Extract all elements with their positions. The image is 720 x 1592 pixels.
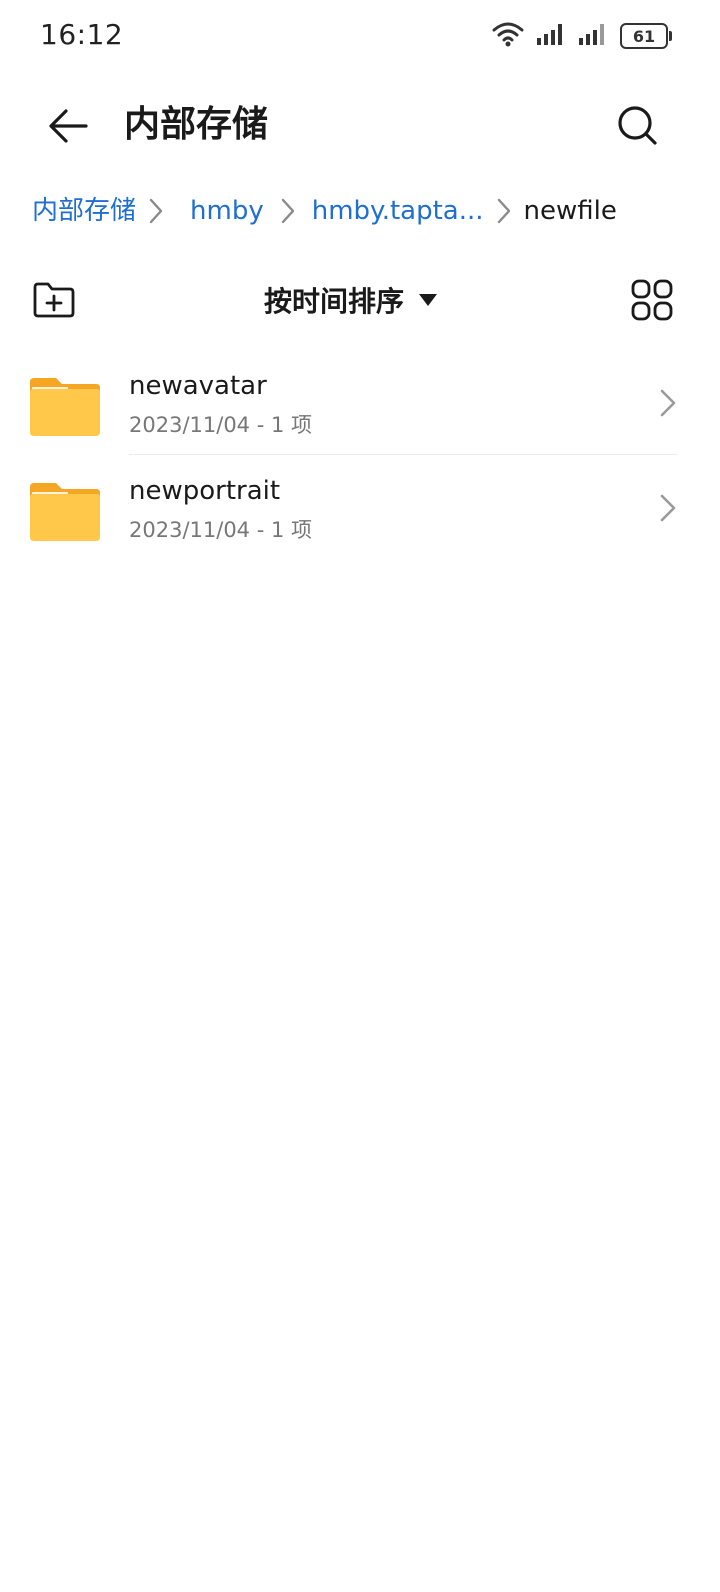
grid-view-button[interactable] (628, 276, 676, 324)
chevron-right-icon (660, 494, 676, 522)
search-button[interactable] (610, 98, 666, 154)
file-meta: 2023/11/04 - 1 项 (129, 413, 313, 437)
file-list: newavatar 2023/11/04 - 1 项 newportrait 2… (0, 350, 720, 560)
status-time: 16:12 (40, 18, 124, 51)
folder-icon (30, 378, 100, 436)
caret-down-icon (419, 294, 438, 306)
wifi-icon (492, 21, 524, 51)
chevron-right-icon (264, 188, 312, 234)
chevron-right-icon (660, 389, 676, 417)
battery-level: 61 (632, 26, 656, 46)
signal-icon (578, 22, 608, 50)
breadcrumb-item-newfile: newfile (523, 196, 617, 226)
file-meta: 2023/11/04 - 1 项 (129, 518, 313, 542)
page-title: 内部存储 (124, 104, 269, 145)
list-item-newavatar[interactable]: newavatar 2023/11/04 - 1 项 (0, 350, 720, 455)
app-header: 内部存储 (0, 80, 720, 170)
breadcrumb-item-internal-storage[interactable]: 内部存储 (32, 188, 136, 234)
sort-label: 按时间排序 (264, 285, 405, 318)
chevron-right-icon (136, 188, 176, 234)
search-icon (618, 106, 657, 145)
battery-icon: 61 (620, 23, 672, 49)
folder-icon (30, 483, 100, 541)
arrow-left-icon (49, 109, 88, 143)
status-bar: 16:12 61 (0, 0, 720, 72)
file-name: newportrait (129, 476, 281, 506)
toolbar: 按时间排序 (0, 270, 720, 330)
file-name: newavatar (129, 371, 267, 401)
sort-dropdown[interactable]: 按时间排序 (264, 276, 438, 324)
grid-view-icon (631, 279, 673, 321)
chevron-right-icon (484, 188, 524, 234)
folder-add-icon (33, 282, 75, 318)
new-folder-button[interactable] (30, 276, 78, 324)
signal-icon (536, 22, 566, 50)
status-icons: 61 (492, 20, 672, 52)
breadcrumb-item-hmby-tapta[interactable]: hmby.tapta... (312, 188, 484, 234)
breadcrumb: 内部存储 hmby hmby.tapta... newfile (32, 188, 617, 234)
list-item-newportrait[interactable]: newportrait 2023/11/04 - 1 项 (0, 455, 720, 560)
breadcrumb-item-hmby[interactable]: hmby (190, 188, 264, 234)
back-button[interactable] (40, 98, 96, 154)
